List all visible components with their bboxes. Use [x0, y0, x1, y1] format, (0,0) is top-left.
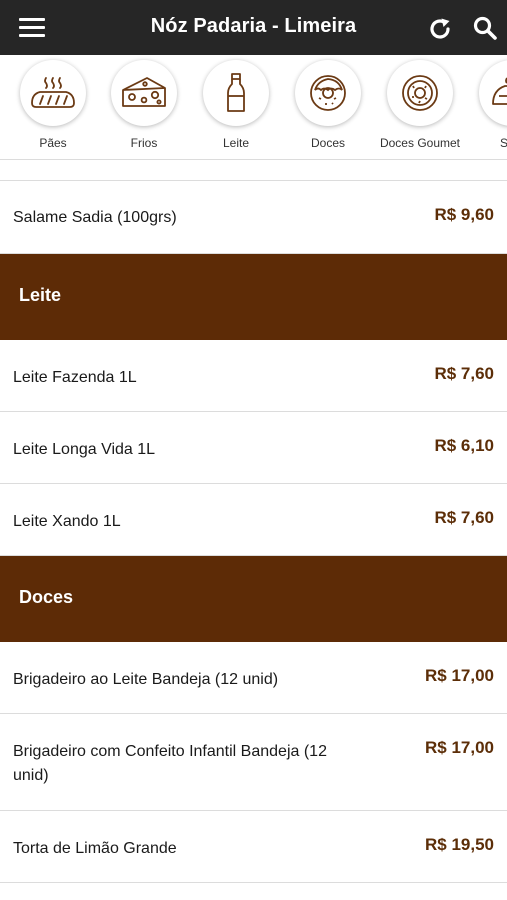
- gourmet-donut-icon: [402, 75, 438, 111]
- product-name: Torta de Limão Grande: [13, 840, 177, 857]
- product-price: R$ 17,00: [425, 666, 494, 685]
- product-row[interactable]: Brigadeiro ao Leite Bandeja (12 unid) R$…: [0, 642, 507, 714]
- category-label: Frios: [130, 136, 158, 150]
- category-item-doces[interactable]: Doces: [282, 55, 374, 159]
- cheese-icon: [122, 77, 166, 107]
- section-header-doces: Doces: [0, 556, 507, 642]
- category-item-paes[interactable]: Pães: [7, 55, 99, 159]
- product-name: Brigadeiro ao Leite Bandeja (12 unid): [13, 671, 279, 688]
- category-item-salgados[interactable]: Salg: [466, 55, 507, 159]
- section-title: Doces: [19, 587, 74, 607]
- list-item-clipped: [0, 161, 507, 181]
- savory-icon: [492, 77, 507, 105]
- product-name: Brigadeiro com Confeito Infantil Bandeja…: [13, 743, 327, 784]
- category-label: Doces: [310, 136, 345, 150]
- product-price: R$ 7,60: [434, 508, 494, 527]
- product-price: R$ 17,00: [425, 738, 494, 757]
- app-header: Nóz Padaria - Limeira: [0, 0, 507, 55]
- product-name: Salame Sadia (100grs): [13, 209, 177, 226]
- category-label: Leite: [222, 136, 250, 150]
- category-icon-circle: [387, 60, 453, 126]
- category-icon-circle: [479, 60, 507, 126]
- section-title: Leite: [19, 285, 62, 305]
- bread-icon: [31, 77, 75, 108]
- donut-icon: [310, 75, 346, 111]
- category-icon-circle: [111, 60, 177, 126]
- product-name: Leite Xando 1L: [13, 513, 121, 530]
- product-row[interactable]: Salame Sadia (100grs) R$ 9,60: [0, 181, 507, 254]
- product-row[interactable]: Leite Longa Vida 1L R$ 6,10: [0, 412, 507, 484]
- category-icon-circle: [295, 60, 361, 126]
- category-label: Pães: [39, 136, 67, 150]
- category-item-frios[interactable]: Frios: [98, 55, 190, 159]
- category-item-leite[interactable]: Leite: [190, 55, 282, 159]
- refresh-icon[interactable]: [427, 16, 453, 42]
- product-name: Leite Longa Vida 1L: [13, 441, 156, 458]
- milk-bottle-icon: [227, 73, 245, 112]
- product-row[interactable]: Torta de Limão Grande R$ 19,50: [0, 811, 507, 883]
- category-strip[interactable]: Pães Frios Leite Doces Doces Goumet: [0, 55, 507, 160]
- product-price: R$ 6,10: [434, 436, 494, 455]
- product-list[interactable]: Salame Sadia (100grs) R$ 9,60 Leite Leit…: [0, 161, 507, 900]
- category-icon-circle: [203, 60, 269, 126]
- product-row[interactable]: Leite Fazenda 1L R$ 7,60: [0, 340, 507, 412]
- category-item-doces-goumet[interactable]: Doces Goumet: [374, 55, 466, 159]
- section-header-leite: Leite: [0, 254, 507, 340]
- product-name: Leite Fazenda 1L: [13, 369, 137, 386]
- product-row[interactable]: Brigadeiro com Confeito Infantil Bandeja…: [0, 714, 507, 811]
- product-price: R$ 7,60: [434, 364, 494, 383]
- category-label: Salg: [462, 136, 507, 150]
- category-label: Doces Goumet: [379, 136, 461, 150]
- product-row[interactable]: Leite Xando 1L R$ 7,60: [0, 484, 507, 556]
- category-icon-circle: [20, 60, 86, 126]
- product-price: R$ 19,50: [425, 835, 494, 854]
- product-price: R$ 9,60: [434, 205, 494, 224]
- search-icon[interactable]: [472, 15, 498, 41]
